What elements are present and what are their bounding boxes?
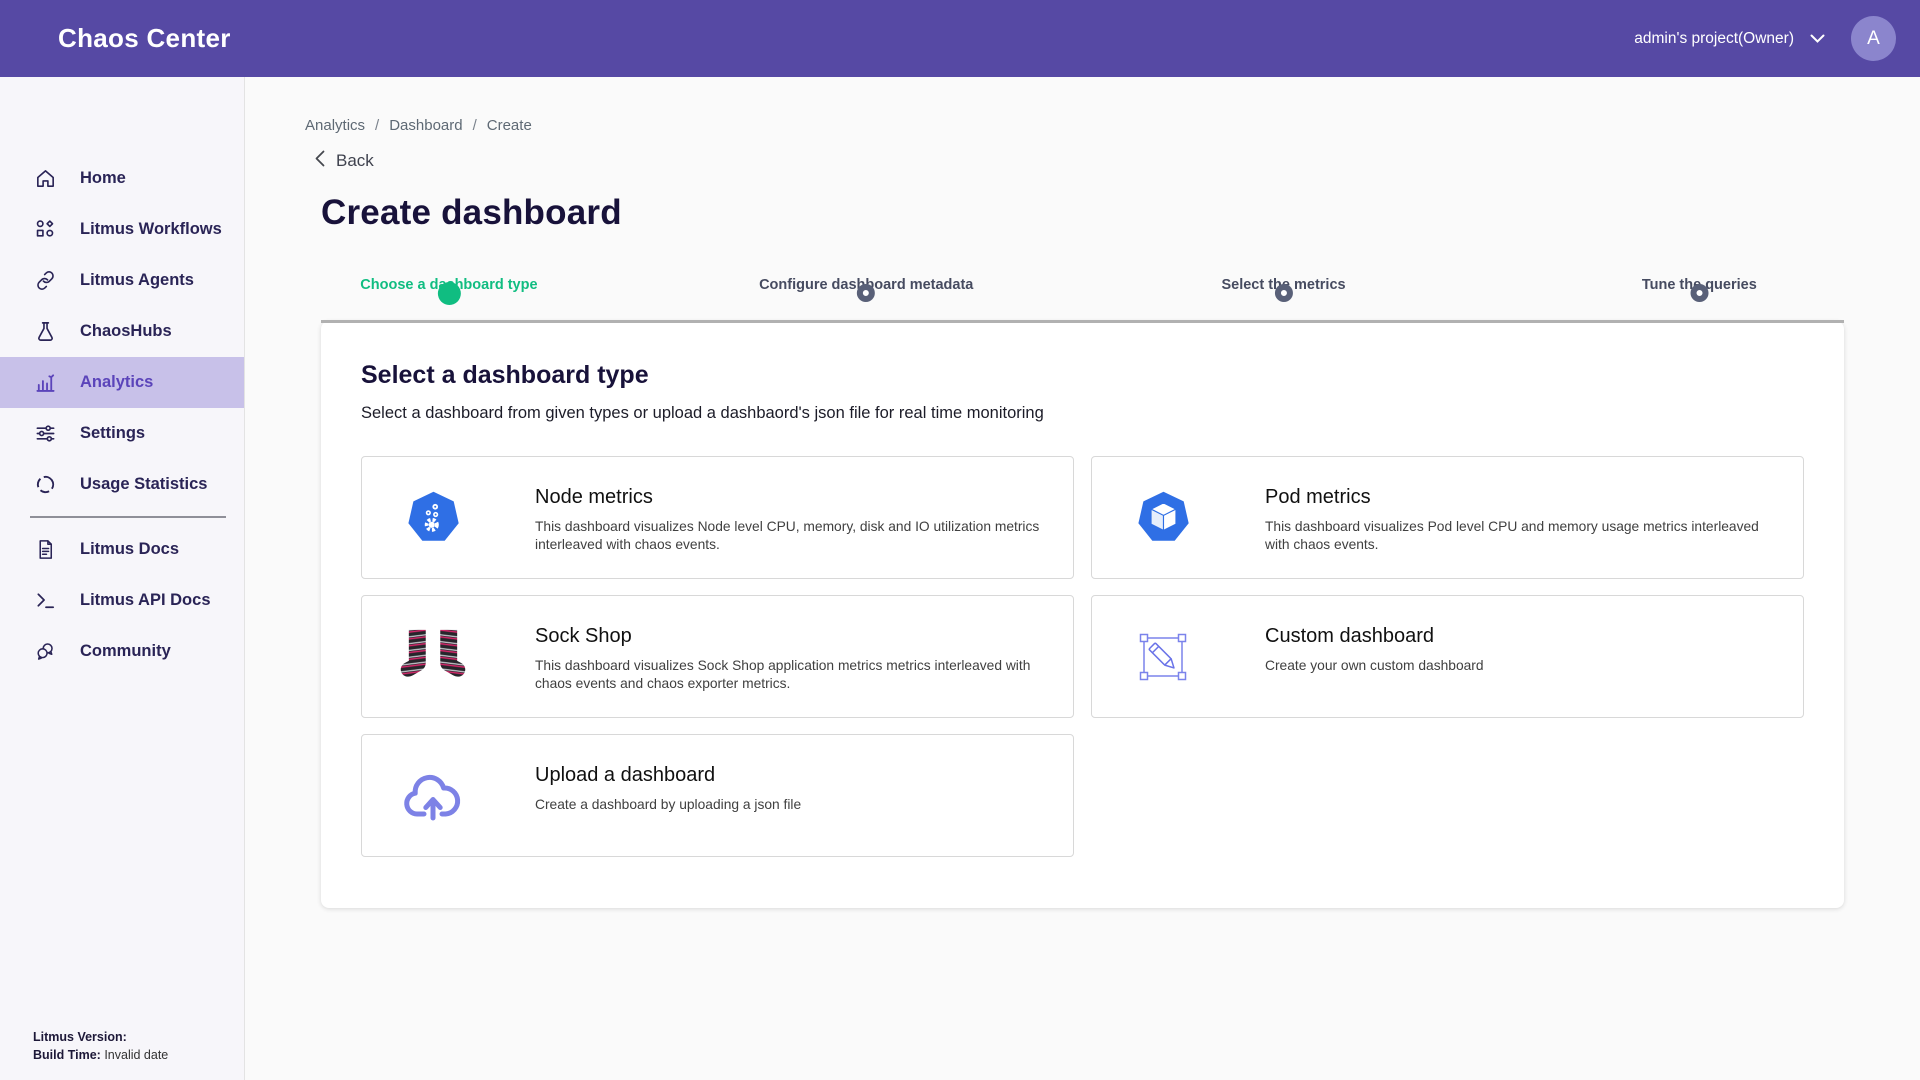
option-card-pod-metrics[interactable]: Pod metrics This dashboard visualizes Po…	[1091, 456, 1804, 579]
sidebar-item-litmus-agents[interactable]: Litmus Agents	[0, 255, 244, 306]
back-button[interactable]: Back	[315, 150, 374, 172]
sidebar-item-litmus-docs[interactable]: Litmus Docs	[0, 524, 244, 575]
sidebar-item-chaoshubs[interactable]: ChaosHubs	[0, 306, 244, 357]
option-description: This dashboard visualizes Sock Shop appl…	[535, 657, 1053, 693]
back-label: Back	[336, 151, 374, 171]
step-dot[interactable]	[437, 282, 460, 305]
sidebar-divider	[30, 516, 226, 518]
breadcrumb: Analytics / Dashboard / Create	[305, 117, 1844, 134]
panel-subheading: Select a dashboard from given types or u…	[361, 404, 1804, 423]
step-choose-dashboard-type: Choose a dashboard type	[360, 277, 537, 293]
dashboard-type-panel: Select a dashboard type Select a dashboa…	[321, 321, 1844, 908]
option-description: This dashboard visualizes Node level CPU…	[535, 518, 1053, 554]
terminal-icon	[33, 588, 57, 612]
sidebar-item-home[interactable]: Home	[0, 153, 244, 204]
build-time-label: Build Time:	[33, 1048, 101, 1062]
option-title: Pod metrics	[1265, 486, 1783, 509]
option-description: This dashboard visualizes Pod level CPU …	[1265, 518, 1783, 554]
top-bar: Chaos Center admin's project(Owner) A	[0, 0, 1920, 77]
page-title: Create dashboard	[321, 192, 1844, 234]
sidebar-item-label: Usage Statistics	[80, 475, 207, 494]
workflows-icon	[33, 218, 57, 242]
sidebar-item-community[interactable]: Community	[0, 626, 244, 677]
option-card-custom-dashboard[interactable]: Custom dashboard Create your own custom …	[1091, 595, 1804, 718]
sidebar-item-label: Settings	[80, 424, 145, 443]
step-select-the-metrics: Select the metrics	[1221, 277, 1345, 293]
stepper: Choose a dashboard type Configure dashbo…	[321, 277, 1844, 321]
app-title: Chaos Center	[58, 23, 231, 54]
project-selector[interactable]: admin's project(Owner)	[1634, 30, 1825, 48]
option-description: Create a dashboard by uploading a json f…	[535, 796, 801, 814]
breadcrumb-separator: /	[473, 117, 477, 134]
step-dot[interactable]	[857, 284, 875, 302]
version-info: Litmus Version: Build Time: Invalid date	[33, 1028, 168, 1064]
document-icon	[33, 537, 57, 561]
sidebar-item-label: Home	[80, 169, 126, 188]
sidebar-item-label: Litmus Workflows	[80, 220, 222, 239]
avatar-initial: A	[1867, 28, 1880, 50]
usage-statistics-icon	[33, 473, 57, 497]
sidebar-item-label: Litmus Docs	[80, 540, 179, 559]
chevron-down-icon	[1810, 30, 1825, 48]
panel-heading: Select a dashboard type	[361, 361, 1804, 390]
node-metrics-icon	[399, 490, 467, 545]
breadcrumb-item-dashboard[interactable]: Dashboard	[389, 117, 462, 134]
sidebar: Home Litmus Workflows Litmus Agents Chao…	[0, 77, 245, 1080]
step-configure-dashboard-metadata: Configure dashboard metadata	[759, 277, 973, 293]
upload-dashboard-icon	[399, 770, 467, 822]
sidebar-item-settings[interactable]: Settings	[0, 408, 244, 459]
analytics-chart-icon	[33, 371, 57, 395]
dashboard-type-options: Node metrics This dashboard visualizes N…	[361, 456, 1804, 857]
home-icon	[33, 167, 57, 191]
sidebar-item-usage-statistics[interactable]: Usage Statistics	[0, 459, 244, 510]
stepper-connector-line	[321, 320, 1844, 324]
avatar[interactable]: A	[1851, 16, 1896, 61]
community-chat-icon	[33, 639, 57, 663]
option-title: Sock Shop	[535, 625, 1053, 648]
litmus-version-label: Litmus Version:	[33, 1030, 127, 1044]
sidebar-item-litmus-api-docs[interactable]: Litmus API Docs	[0, 575, 244, 626]
link-icon	[33, 269, 57, 293]
option-card-upload-dashboard[interactable]: Upload a dashboard Create a dashboard by…	[361, 734, 1074, 857]
chevron-left-icon	[315, 150, 325, 172]
option-description: Create your own custom dashboard	[1265, 657, 1484, 675]
sliders-icon	[33, 422, 57, 446]
main-content: Analytics / Dashboard / Create Back Crea…	[245, 77, 1920, 1080]
step-dot[interactable]	[1275, 284, 1293, 302]
build-time-value: Invalid date	[104, 1048, 168, 1062]
sidebar-item-label: Litmus Agents	[80, 271, 194, 290]
breadcrumb-separator: /	[375, 117, 379, 134]
flask-icon	[33, 320, 57, 344]
sidebar-item-label: ChaosHubs	[80, 322, 172, 341]
custom-dashboard-icon	[1129, 629, 1197, 685]
step-dot[interactable]	[1690, 284, 1708, 302]
project-name: admin's project(Owner)	[1634, 30, 1794, 48]
breadcrumb-item-create[interactable]: Create	[487, 117, 532, 134]
sidebar-item-label: Community	[80, 642, 171, 661]
option-title: Custom dashboard	[1265, 625, 1484, 648]
sidebar-item-litmus-workflows[interactable]: Litmus Workflows	[0, 204, 244, 255]
option-title: Upload a dashboard	[535, 764, 801, 787]
step-tune-the-queries: Tune the queries	[1642, 277, 1757, 293]
sock-shop-icon	[399, 628, 467, 686]
sidebar-item-analytics[interactable]: Analytics	[0, 357, 244, 408]
sidebar-item-label: Litmus API Docs	[80, 591, 211, 610]
breadcrumb-item-analytics[interactable]: Analytics	[305, 117, 365, 134]
option-card-node-metrics[interactable]: Node metrics This dashboard visualizes N…	[361, 456, 1074, 579]
pod-metrics-icon	[1129, 490, 1197, 545]
sidebar-item-label: Analytics	[80, 373, 153, 392]
option-title: Node metrics	[535, 486, 1053, 509]
option-card-sock-shop[interactable]: Sock Shop This dashboard visualizes Sock…	[361, 595, 1074, 718]
